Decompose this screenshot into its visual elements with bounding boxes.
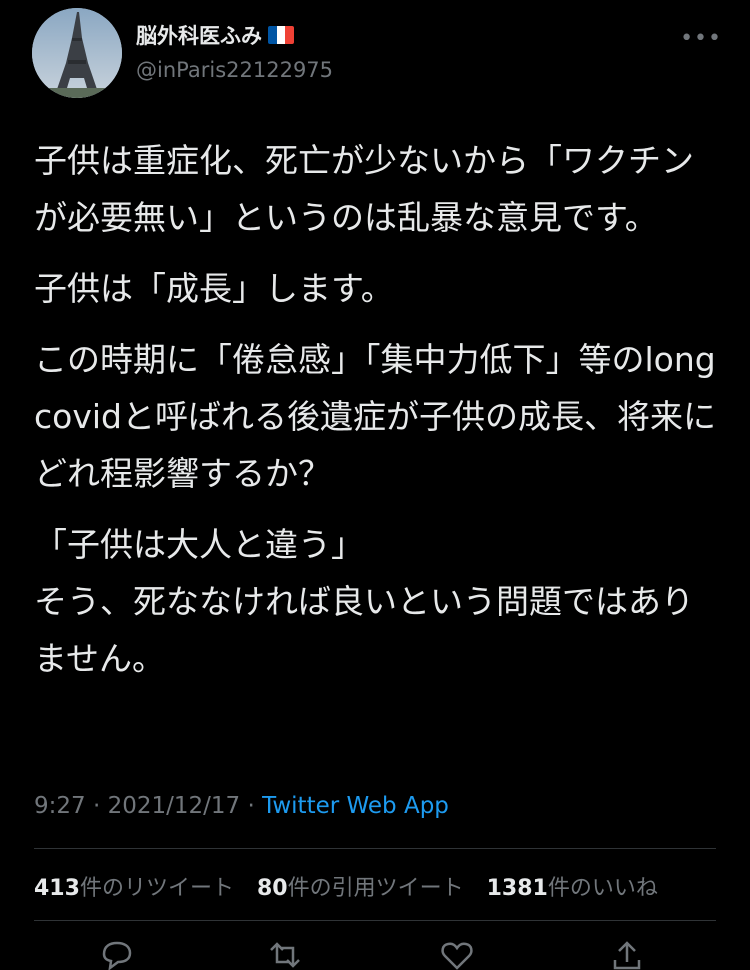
retweets-label: 件のリツイート <box>79 876 234 901</box>
tweet-actions <box>0 940 750 970</box>
display-name[interactable]: 脳外科医ふみ <box>136 20 333 50</box>
more-icon: ••• <box>680 26 722 51</box>
share-icon[interactable] <box>610 940 644 970</box>
meta-separator: · <box>240 793 263 819</box>
tweet-text: 子供は重症化、死亡が少ないから「ワクチンが必要無い」というのは乱暴な意見です。 … <box>34 132 724 701</box>
like-icon[interactable] <box>440 940 474 970</box>
likes-label: 件のいいね <box>547 876 658 901</box>
quotes-stat[interactable]: 80件の引用ツイート <box>257 876 464 901</box>
retweet-icon[interactable] <box>268 940 302 970</box>
tweet-paragraph: 子供は「成長」します。 <box>34 269 394 308</box>
tweet-paragraph: 「子供は大人と違う」 そう、死ななければ良いという問題ではありません。 <box>34 525 694 678</box>
quotes-label: 件の引用ツイート <box>287 876 464 901</box>
more-options-button[interactable]: ••• <box>680 26 722 51</box>
quotes-count: 80 <box>256 876 288 901</box>
meta-separator: · <box>85 793 108 819</box>
user-handle[interactable]: @inParis22122975 <box>136 58 333 82</box>
tweet-paragraph: 子供は重症化、死亡が少ないから「ワクチンが必要無い」というのは乱暴な意見です。 <box>34 141 694 237</box>
likes-stat[interactable]: 1381件のいいね <box>487 876 658 901</box>
divider <box>34 848 716 849</box>
divider <box>34 920 716 921</box>
tweet-paragraph: この時期に「倦怠感」「集中力低下」等のlong covidと呼ばれる後遺症が子供… <box>34 340 716 493</box>
display-name-text: 脳外科医ふみ <box>136 24 262 48</box>
tweet-stats: 413件のリツイート 80件の引用ツイート 1381件のいいね <box>34 870 674 902</box>
tweet-meta: 9:27 · 2021/12/17 · Twitter Web App <box>34 793 449 819</box>
retweets-stat[interactable]: 413件のリツイート <box>34 876 234 901</box>
reply-icon[interactable] <box>100 940 134 970</box>
tweet-date: 2021/12/17 <box>107 793 241 819</box>
tweet-source-link[interactable]: Twitter Web App <box>262 793 449 819</box>
france-flag-icon <box>268 26 294 44</box>
likes-count: 1381 <box>486 876 548 901</box>
eiffel-tower-image <box>32 8 122 98</box>
tweet-header: 脳外科医ふみ @inParis22122975 ••• <box>32 8 730 98</box>
retweets-count: 413 <box>34 876 80 901</box>
avatar[interactable] <box>32 8 122 98</box>
tweet-time: 9:27 <box>34 793 86 819</box>
